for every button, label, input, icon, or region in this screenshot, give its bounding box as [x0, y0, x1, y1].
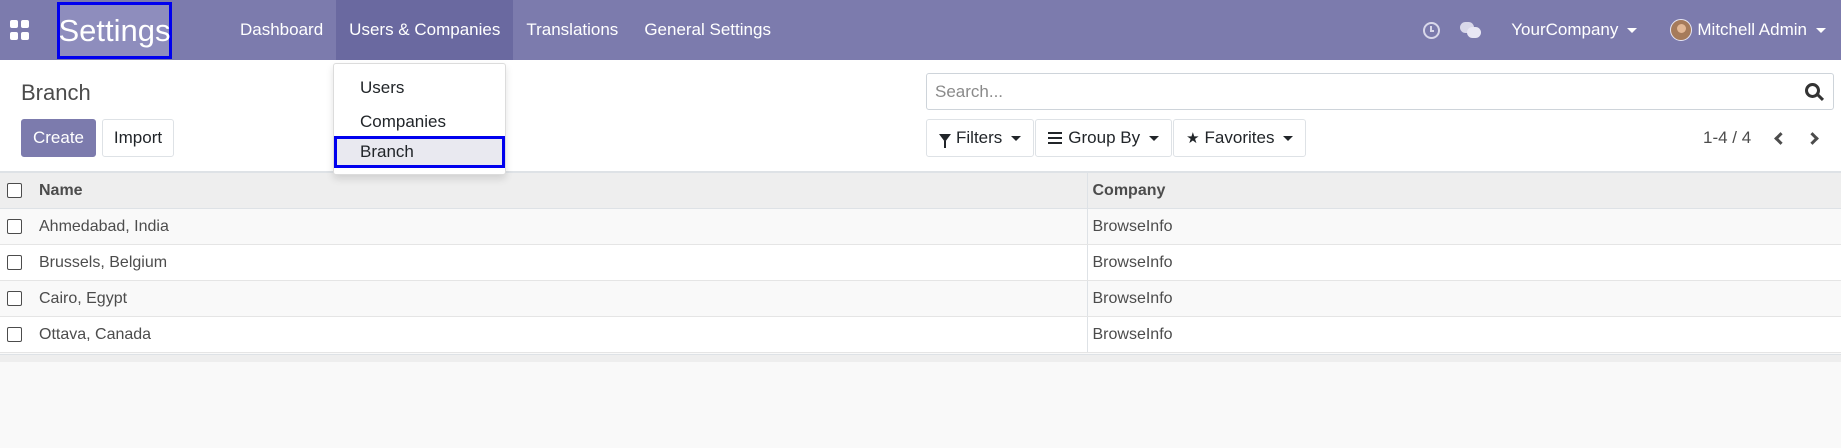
search-box: [926, 73, 1834, 110]
company-name: YourCompany: [1511, 20, 1619, 39]
app-title[interactable]: Settings: [57, 2, 172, 59]
cell-company[interactable]: BrowseInfo: [1087, 244, 1841, 281]
pager-previous-button[interactable]: [1768, 128, 1788, 148]
branch-list-table: Name Company Ahmedabad, India BrowseInfo…: [0, 172, 1841, 353]
chat-icon: [1460, 21, 1482, 39]
filters-button[interactable]: Filters: [926, 119, 1035, 157]
select-all-checkbox[interactable]: [7, 183, 22, 198]
group-by-button[interactable]: Group By: [1035, 119, 1173, 157]
cell-name[interactable]: Ahmedabad, India: [34, 208, 1088, 245]
chevron-left-icon: [1773, 131, 1787, 145]
control-panel: Branch Create Import Filters Group By ★ …: [0, 60, 1841, 172]
chevron-down-icon: [1627, 27, 1638, 33]
filters-label: Filters: [956, 128, 1003, 147]
cell-company[interactable]: BrowseInfo: [1087, 280, 1841, 317]
table-row[interactable]: Brussels, Belgium BrowseInfo: [0, 244, 1841, 281]
menu-general-settings[interactable]: General Settings: [631, 0, 784, 60]
bars-icon: [1048, 132, 1063, 144]
star-icon: ★: [1186, 130, 1200, 147]
messaging-button[interactable]: [1451, 0, 1491, 60]
cell-name[interactable]: Cairo, Egypt: [34, 280, 1088, 317]
avatar: [1670, 19, 1693, 41]
chevron-right-icon: [1805, 131, 1819, 145]
filter-icon: [939, 134, 951, 148]
column-header-company[interactable]: Company: [1087, 172, 1841, 209]
search-options: Filters Group By ★ Favorites: [926, 119, 1307, 157]
favorites-label: Favorites: [1204, 128, 1275, 147]
user-name: Mitchell Admin: [1697, 20, 1807, 39]
select-all-cell: [0, 172, 34, 209]
menu-dashboard[interactable]: Dashboard: [227, 0, 336, 60]
main-menu: Dashboard Users & Companies Translations…: [227, 0, 784, 60]
breadcrumb: Branch: [21, 80, 91, 105]
chevron-down-icon: [1149, 135, 1160, 141]
row-select-cell: [0, 316, 34, 353]
row-select-cell: [0, 244, 34, 281]
import-button[interactable]: Import: [102, 119, 174, 157]
row-checkbox[interactable]: [7, 291, 22, 306]
pager-value[interactable]: 1-4 / 4: [1703, 128, 1751, 148]
pager-next-button[interactable]: [1804, 128, 1824, 148]
company-switcher[interactable]: YourCompany: [1491, 0, 1657, 60]
cell-company[interactable]: BrowseInfo: [1087, 316, 1841, 353]
users-companies-dropdown: Users Companies Branch: [333, 63, 506, 175]
navbar-right: YourCompany Mitchell Admin: [1411, 0, 1841, 60]
top-navbar: Settings Dashboard Users & Companies Tra…: [0, 0, 1841, 60]
chevron-down-icon: [1011, 135, 1022, 141]
chevron-down-icon: [1816, 27, 1826, 33]
apps-menu-icon[interactable]: [10, 20, 30, 40]
clock-icon: [1422, 21, 1440, 39]
row-checkbox[interactable]: [7, 255, 22, 270]
cell-name[interactable]: Brussels, Belgium: [34, 244, 1088, 281]
cell-name[interactable]: Ottava, Canada: [34, 316, 1088, 353]
favorites-button[interactable]: ★ Favorites: [1173, 119, 1307, 157]
table-footer: [0, 354, 1841, 362]
cell-company[interactable]: BrowseInfo: [1087, 208, 1841, 245]
menu-users-companies[interactable]: Users & Companies: [336, 0, 514, 60]
table-header-row: Name Company: [0, 172, 1841, 209]
create-button[interactable]: Create: [21, 119, 96, 157]
row-select-cell: [0, 208, 34, 245]
table-row[interactable]: Cairo, Egypt BrowseInfo: [0, 280, 1841, 317]
menu-translations[interactable]: Translations: [513, 0, 631, 60]
column-header-name[interactable]: Name: [34, 172, 1088, 209]
dropdown-item-users[interactable]: Users: [334, 72, 505, 104]
dropdown-item-companies[interactable]: Companies: [334, 106, 505, 138]
search-icon[interactable]: [1805, 83, 1825, 102]
row-checkbox[interactable]: [7, 327, 22, 342]
activity-button[interactable]: [1411, 0, 1451, 60]
search-input[interactable]: [935, 80, 1785, 104]
table-row[interactable]: Ottava, Canada BrowseInfo: [0, 316, 1841, 353]
row-checkbox[interactable]: [7, 219, 22, 234]
group-by-label: Group By: [1068, 128, 1141, 147]
chevron-down-icon: [1283, 135, 1294, 141]
dropdown-item-branch[interactable]: Branch: [334, 136, 505, 168]
table-row[interactable]: Ahmedabad, India BrowseInfo: [0, 208, 1841, 245]
user-menu[interactable]: Mitchell Admin: [1657, 0, 1841, 60]
row-select-cell: [0, 280, 34, 317]
